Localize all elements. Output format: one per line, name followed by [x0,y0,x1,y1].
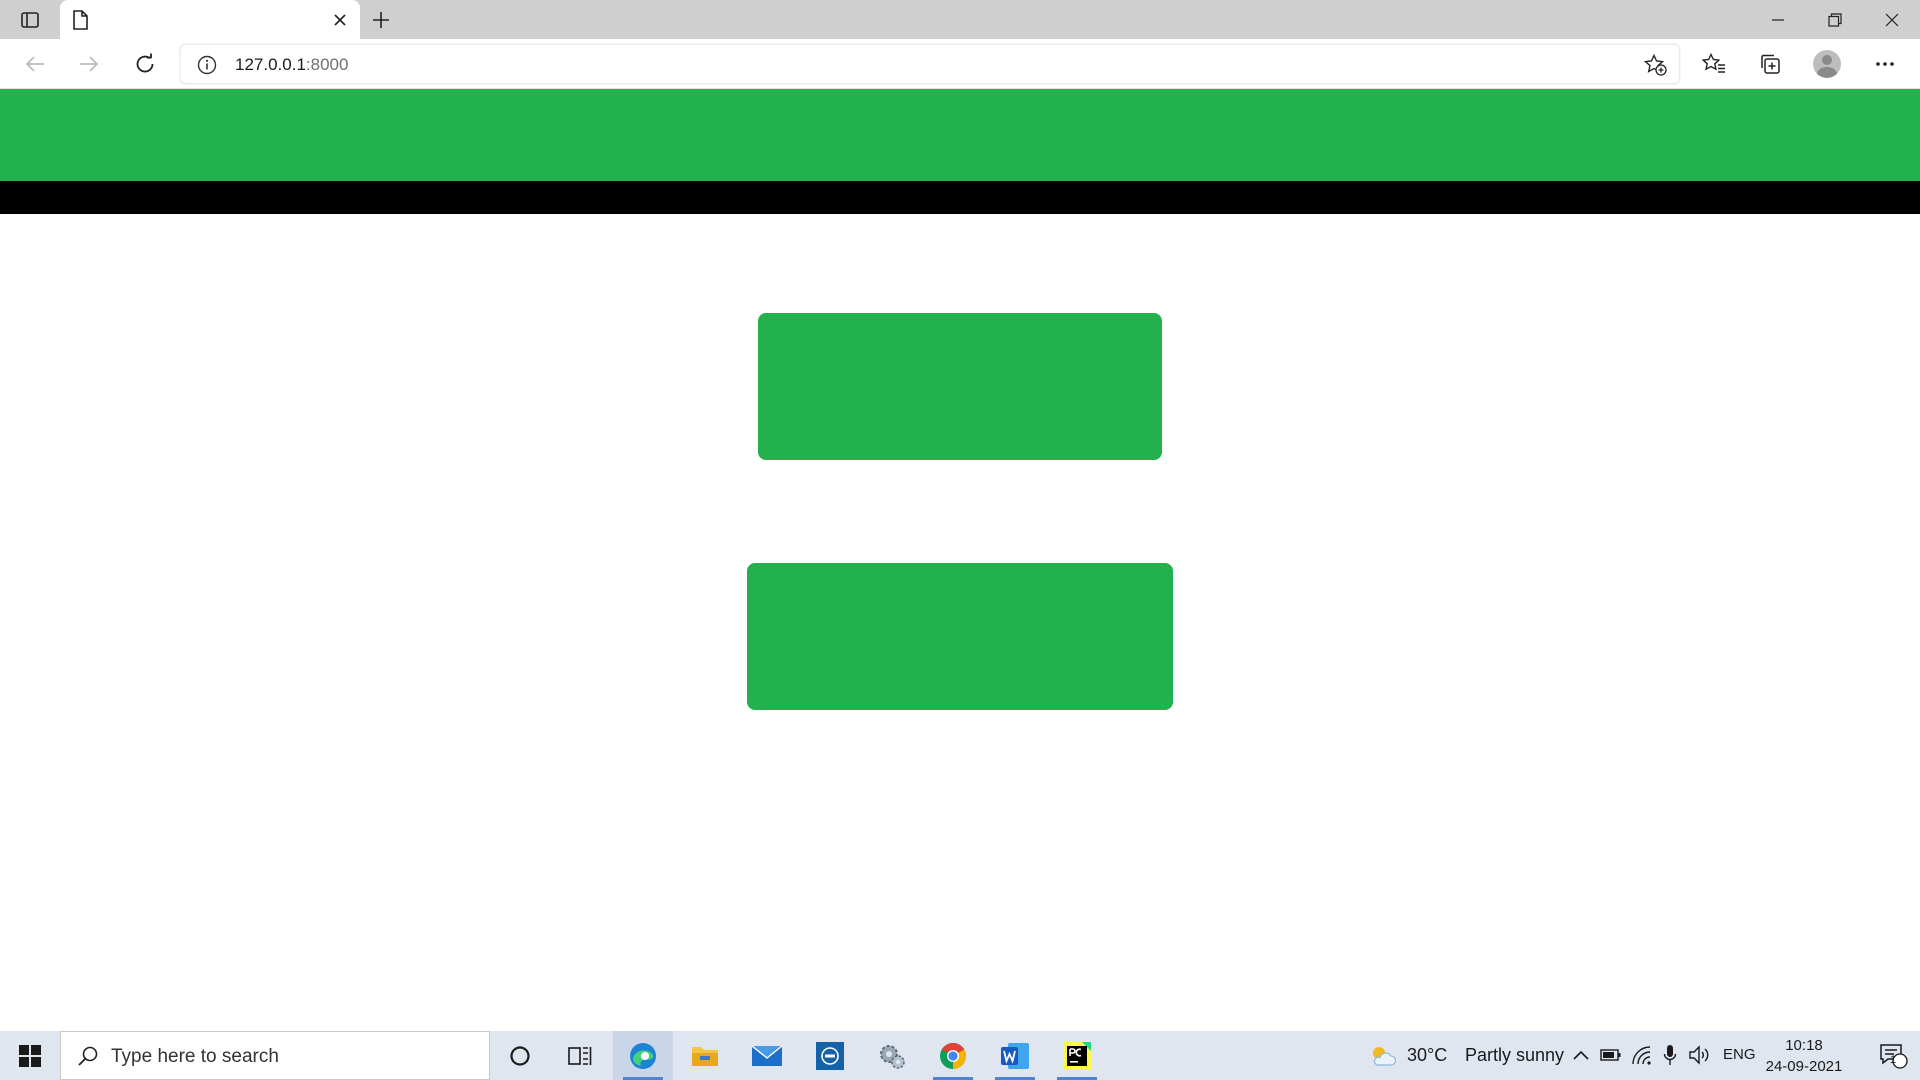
profile-button[interactable] [1810,48,1844,80]
taskbar-dell-app[interactable] [800,1031,860,1080]
minimize-icon [1771,18,1784,21]
settings-more-button[interactable] [1868,48,1902,80]
taskbar-chrome[interactable] [923,1031,983,1080]
taskbar-word[interactable] [985,1031,1045,1080]
taskbar-file-explorer[interactable] [675,1031,735,1080]
minimize-button[interactable] [1749,0,1806,39]
url-port: :8000 [305,55,349,74]
collections-icon [1761,54,1780,74]
tab-actions-icon [21,12,39,28]
taskbar-settings[interactable] [862,1031,922,1080]
page-nav-bar [0,181,1920,214]
volume-button[interactable] [1688,1043,1712,1067]
chevron-up-icon [1573,1050,1589,1060]
taskbar-mail[interactable] [737,1031,797,1080]
start-button[interactable] [0,1031,60,1080]
tab-actions-button[interactable] [14,6,46,34]
arrow-left-icon [25,56,44,72]
add-favorite-icon[interactable] [1643,54,1667,76]
browser-tab-strip [0,0,1920,39]
cortana-icon [510,1045,530,1066]
refresh-icon [136,53,154,73]
windows-taskbar: Type here to search 30°C Partly sunny EN… [0,1031,1920,1080]
folder-icon [692,1046,718,1066]
taskbar-pycharm[interactable] [1047,1031,1107,1080]
pycharm-icon [1063,1041,1091,1070]
page-header-banner [0,89,1920,181]
favorites-icon [1702,53,1725,73]
clock-time: 10:18 [1785,1037,1823,1054]
network-button[interactable] [1630,1043,1654,1067]
microphone-icon [1663,1045,1677,1065]
new-tab-button[interactable] [366,6,396,34]
input-language[interactable]: ENG [1723,1046,1756,1063]
green-button-1[interactable] [758,313,1162,460]
url-host: 127.0.0.1 [235,55,306,74]
arrow-right-icon [80,56,99,72]
chrome-icon [940,1042,967,1069]
refresh-button[interactable] [128,48,162,80]
restore-icon [1827,12,1842,27]
collections-button[interactable] [1753,48,1787,80]
speaker-icon [1689,1045,1709,1065]
partly-sunny-icon[interactable] [1369,1043,1397,1069]
taskbar-edge[interactable] [613,1031,673,1080]
search-icon [78,1046,98,1066]
edge-icon [630,1042,656,1069]
close-icon [334,14,346,26]
show-hidden-icons-button[interactable] [1569,1043,1593,1067]
notifications-button[interactable]: 1 [1868,1031,1920,1080]
page-icon [73,10,88,30]
green-button-2[interactable] [747,563,1173,710]
gear-icon [880,1044,905,1069]
tab-close-button[interactable] [328,8,352,32]
microphone-button[interactable] [1658,1043,1682,1067]
task-view-button[interactable] [550,1031,610,1080]
favorites-button[interactable] [1697,48,1731,80]
address-url[interactable]: 127.0.0.1:8000 [235,55,348,75]
restore-button[interactable] [1806,0,1863,39]
search-placeholder: Type here to search [111,1046,279,1067]
browser-toolbar: 127.0.0.1:8000 [0,39,1920,89]
more-icon [1876,62,1894,66]
weather-temperature[interactable]: 30°C [1407,1045,1447,1066]
mail-icon [751,1044,783,1066]
avatar [1813,50,1841,78]
info-icon[interactable] [197,55,217,75]
notification-count: 1 [1889,1054,1897,1066]
windows-logo-icon [19,1044,41,1067]
taskbar-clock[interactable]: 10:18 24-09-2021 [1762,1035,1846,1077]
clock-date: 24-09-2021 [1765,1058,1843,1075]
forward-button[interactable] [72,48,106,80]
close-icon [1885,13,1898,26]
plus-icon [373,12,389,28]
word-icon [1001,1042,1029,1069]
battery-icon [1600,1049,1621,1061]
back-button[interactable] [18,48,52,80]
cortana-button[interactable] [490,1031,550,1080]
taskbar-search-box[interactable]: Type here to search [60,1031,490,1080]
battery-button[interactable] [1599,1043,1623,1067]
close-window-button[interactable] [1863,0,1920,39]
dell-app-icon [816,1041,844,1070]
wifi-icon [1632,1046,1651,1065]
browser-tab-active[interactable] [60,0,360,39]
task-view-icon [568,1046,592,1065]
address-bar[interactable]: 127.0.0.1:8000 [180,44,1680,84]
weather-condition[interactable]: Partly sunny [1465,1045,1564,1066]
